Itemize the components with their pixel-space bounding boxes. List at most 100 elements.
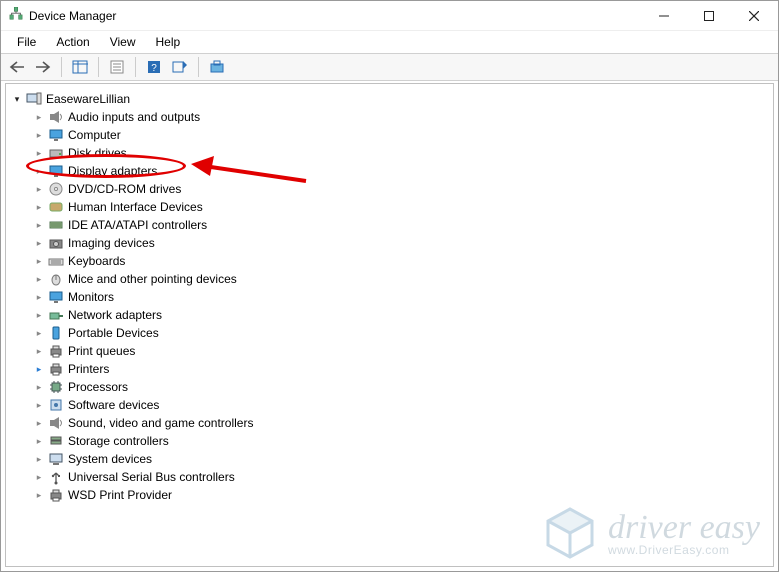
tree-category-label: Software devices (68, 398, 159, 412)
keyboard-icon (48, 253, 64, 269)
storage-icon (48, 433, 64, 449)
chevron-right-icon[interactable]: ▸ (32, 110, 46, 124)
tree-category-label: Network adapters (68, 308, 162, 322)
menu-file[interactable]: File (7, 33, 46, 51)
tree-category-label: Storage controllers (68, 434, 169, 448)
menu-bar: File Action View Help (1, 31, 778, 53)
chevron-right-icon[interactable]: ▸ (32, 128, 46, 142)
speaker-icon (48, 415, 64, 431)
separator (198, 57, 199, 77)
tree-category[interactable]: ▸ Printers (32, 360, 769, 378)
chevron-right-icon[interactable]: ▸ (32, 398, 46, 412)
tree-category[interactable]: ▸Keyboards (32, 252, 769, 270)
tree-category[interactable]: ▸ Sound, video and game controllers (32, 414, 769, 432)
speaker-icon (48, 109, 64, 125)
chevron-right-icon[interactable]: ▸ (32, 380, 46, 394)
tree-category-label: Universal Serial Bus controllers (68, 470, 235, 484)
chevron-right-icon[interactable]: ▸ (32, 344, 46, 358)
software-icon (48, 397, 64, 413)
tree-category-label: WSD Print Provider (68, 488, 172, 502)
tree-category[interactable]: ▸ DVD/CD-ROM drives (32, 180, 769, 198)
toolbar: ? (1, 53, 778, 81)
separator (98, 57, 99, 77)
tree-category[interactable]: ▸Print queues (32, 342, 769, 360)
tree-category[interactable]: ▸ Monitors (32, 288, 769, 306)
menu-view[interactable]: View (100, 33, 146, 51)
chevron-right-icon[interactable]: ▸ (32, 236, 46, 250)
minimize-button[interactable] (641, 2, 686, 30)
tree-category[interactable]: ▸ Software devices (32, 396, 769, 414)
monitor-icon (48, 163, 64, 179)
mouse-icon (48, 271, 64, 287)
chevron-right-icon[interactable]: ▸ (32, 326, 46, 340)
ide-icon (48, 217, 64, 233)
tree-category[interactable]: ▸ Universal Serial Bus controllers (32, 468, 769, 486)
system-icon (48, 451, 64, 467)
tree-category-label: Printers (68, 362, 109, 376)
properties-button[interactable] (105, 56, 129, 78)
separator (61, 57, 62, 77)
chevron-right-icon[interactable]: ▸ (32, 218, 46, 232)
tree-category[interactable]: ▸Audio inputs and outputs (32, 108, 769, 126)
chevron-right-icon[interactable]: ▸ (32, 182, 46, 196)
tree-category[interactable]: ▸IDE ATA/ATAPI controllers (32, 216, 769, 234)
tree-category[interactable]: ▸System devices (32, 450, 769, 468)
chevron-right-icon[interactable]: ▸ (32, 254, 46, 268)
show-hide-tree-button[interactable] (68, 56, 92, 78)
tree-category-label: Computer (68, 128, 121, 142)
scan-hardware-button[interactable] (168, 56, 192, 78)
tree-category[interactable]: ▸ Portable Devices (32, 324, 769, 342)
monitor-icon (48, 289, 64, 305)
disc-icon (48, 181, 64, 197)
chevron-right-icon[interactable]: ▸ (32, 164, 46, 178)
close-button[interactable] (731, 2, 776, 30)
tree-category[interactable]: ▸Disk drives (32, 144, 769, 162)
tree-root[interactable]: ▾ EasewareLillian (10, 90, 769, 108)
tree-category-label: Mice and other pointing devices (68, 272, 237, 286)
back-button[interactable] (5, 56, 29, 78)
monitor-icon (48, 127, 64, 143)
computer-icon (26, 91, 42, 107)
chevron-right-icon[interactable]: ▸ (32, 146, 46, 160)
tree-category-label: Sound, video and game controllers (68, 416, 253, 430)
chevron-right-icon[interactable]: ▸ (32, 416, 46, 430)
chevron-right-icon[interactable]: ▸ (32, 272, 46, 286)
cpu-icon (48, 379, 64, 395)
maximize-button[interactable] (686, 2, 731, 30)
drive-icon (48, 145, 64, 161)
chevron-right-icon[interactable]: ▸ (32, 362, 46, 376)
tree-category[interactable]: ▸ Mice and other pointing devices (32, 270, 769, 288)
tree-category[interactable]: ▸ Network adapters (32, 306, 769, 324)
tree-category-label: Portable Devices (68, 326, 159, 340)
chevron-down-icon[interactable]: ▾ (10, 92, 24, 106)
help-toolbar-button[interactable]: ? (142, 56, 166, 78)
tree-category[interactable]: ▸Processors (32, 378, 769, 396)
tree-category-label: Monitors (68, 290, 114, 304)
tree-category[interactable]: ▸ Computer (32, 126, 769, 144)
chevron-right-icon[interactable]: ▸ (32, 452, 46, 466)
menu-help[interactable]: Help (146, 33, 191, 51)
chevron-right-icon[interactable]: ▸ (32, 434, 46, 448)
device-tree[interactable]: ▾ EasewareLillian ▸Audio inputs and outp… (5, 83, 774, 567)
tree-category-label: DVD/CD-ROM drives (68, 182, 181, 196)
camera-icon (48, 235, 64, 251)
forward-button[interactable] (31, 56, 55, 78)
show-hidden-button[interactable] (205, 56, 229, 78)
app-icon (9, 7, 23, 24)
tree-category[interactable]: ▸ Storage controllers (32, 432, 769, 450)
title-bar: Device Manager (1, 1, 778, 31)
separator (135, 57, 136, 77)
tree-category[interactable]: ▸Imaging devices (32, 234, 769, 252)
chevron-right-icon[interactable]: ▸ (32, 488, 46, 502)
tree-category[interactable]: ▸ WSD Print Provider (32, 486, 769, 504)
printer-icon (48, 487, 64, 503)
network-icon (48, 307, 64, 323)
tree-category[interactable]: ▸Display adapters (32, 162, 769, 180)
chevron-right-icon[interactable]: ▸ (32, 200, 46, 214)
printer-icon (48, 361, 64, 377)
chevron-right-icon[interactable]: ▸ (32, 470, 46, 484)
menu-action[interactable]: Action (46, 33, 99, 51)
chevron-right-icon[interactable]: ▸ (32, 308, 46, 322)
chevron-right-icon[interactable]: ▸ (32, 290, 46, 304)
tree-category[interactable]: ▸Human Interface Devices (32, 198, 769, 216)
